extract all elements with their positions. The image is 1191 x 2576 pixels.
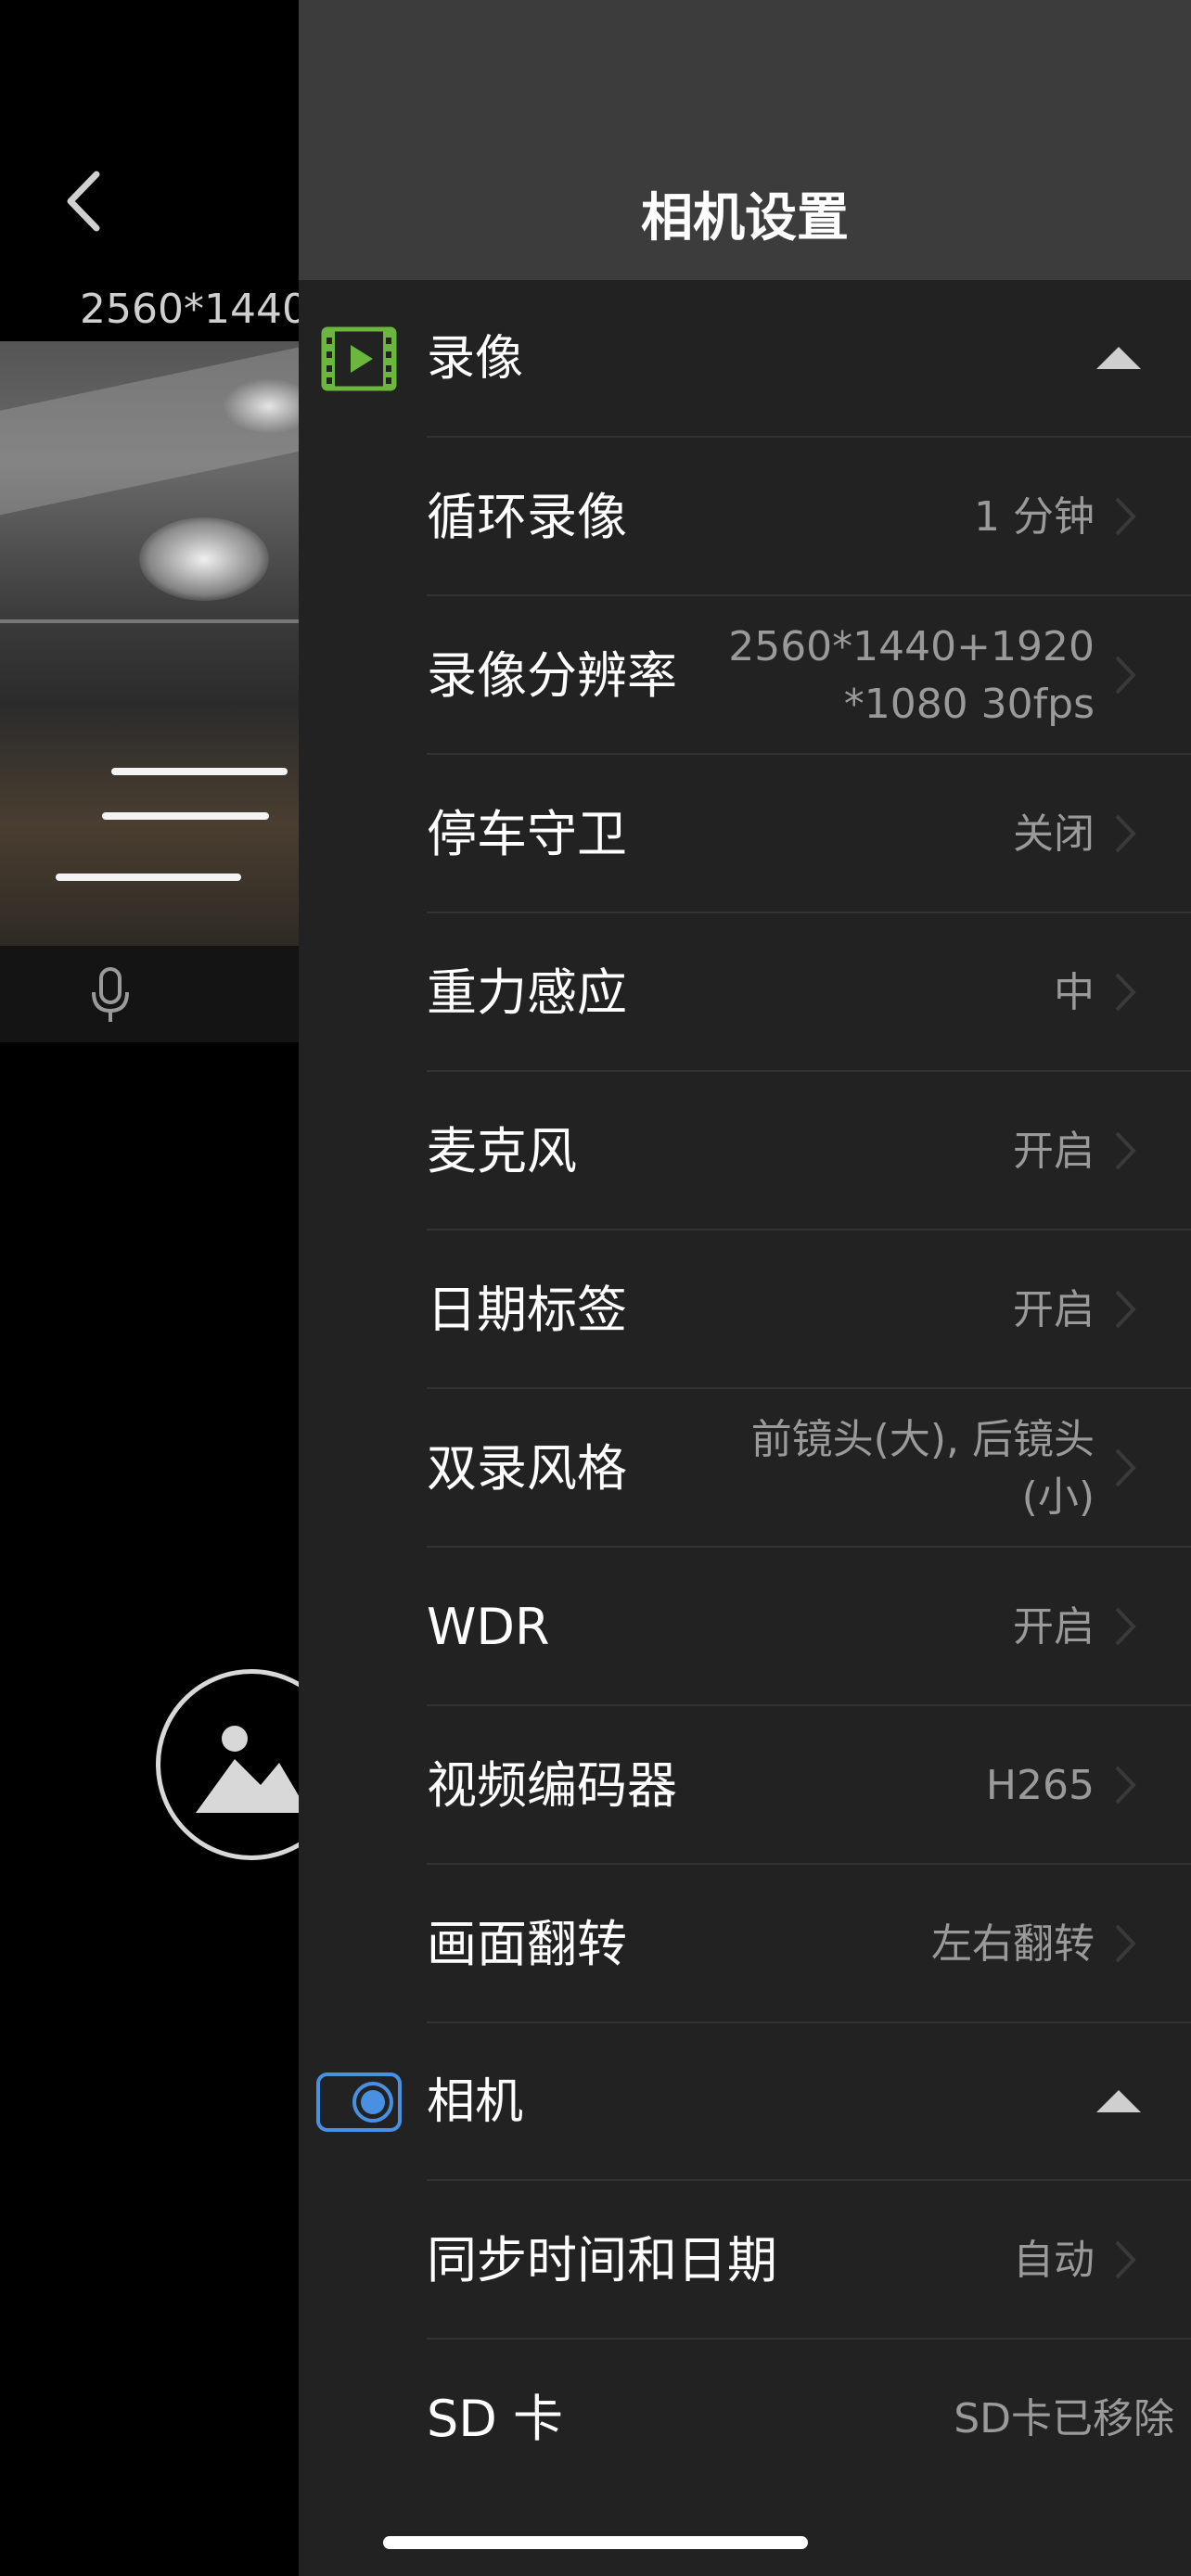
chevron-right-icon (1115, 1924, 1136, 1963)
setting-value: H265 (985, 1761, 1095, 1809)
section-video-label: 录像 (427, 331, 524, 387)
setting-row-date-stamp[interactable]: 日期标签 开启 (299, 1231, 1191, 1389)
setting-value: SD卡已移除 (954, 2394, 1174, 2442)
resolution-label: 2560*1440 (80, 286, 299, 333)
setting-label: 画面翻转 (427, 1915, 627, 1973)
setting-row-sync-time[interactable]: 同步时间和日期 自动 (299, 2181, 1191, 2340)
image-gallery-icon (196, 1726, 299, 1813)
chevron-right-icon (1115, 656, 1136, 695)
setting-label: 日期标签 (427, 1281, 627, 1339)
chevron-right-icon (1115, 2240, 1136, 2279)
section-camera-header[interactable]: 相机 (299, 2023, 1191, 2181)
gallery-button[interactable] (156, 1669, 299, 1860)
setting-value: 开启 (1013, 1602, 1095, 1651)
chevron-right-icon (1115, 1448, 1136, 1487)
setting-label: 录像分辨率 (427, 646, 677, 705)
video-play-icon (321, 326, 397, 391)
section-video-header[interactable]: 录像 (299, 280, 1191, 438)
setting-row-wdr[interactable]: WDR 开启 (299, 1548, 1191, 1706)
collapse-caret-icon[interactable] (1096, 2090, 1141, 2112)
camera-view: 2560*1440 (0, 0, 299, 2576)
setting-row-video-encoder[interactable]: 视频编码器 H265 (299, 1706, 1191, 1865)
microphone-icon[interactable] (89, 966, 132, 1024)
chevron-left-icon (67, 171, 100, 232)
video-preview[interactable] (0, 341, 299, 946)
setting-value: 开启 (1013, 1285, 1095, 1333)
chevron-right-icon (1115, 973, 1136, 1012)
setting-value: 前镜头(大), 后镜头 (小) (750, 1415, 1095, 1521)
chevron-right-icon (1115, 814, 1136, 853)
setting-row-g-sensor[interactable]: 重力感应 中 (299, 913, 1191, 1072)
setting-row-loop-recording[interactable]: 循环录像 1 分钟 (299, 438, 1191, 596)
collapse-caret-icon[interactable] (1096, 347, 1141, 369)
home-indicator[interactable] (383, 2536, 808, 2549)
setting-value: 2560*1440+1920 *1080 30fps (728, 622, 1095, 728)
chevron-right-icon (1115, 1131, 1136, 1170)
setting-row-sd-card[interactable]: SD 卡 SD卡已移除 (299, 2340, 1191, 2498)
setting-label: 循环录像 (427, 488, 627, 546)
setting-value: 开启 (1013, 1127, 1095, 1175)
chevron-right-icon (1115, 497, 1136, 536)
setting-row-image-flip[interactable]: 画面翻转 左右翻转 (299, 1865, 1191, 2023)
setting-value: 中 (1054, 968, 1095, 1016)
setting-value: 左右翻转 (931, 1919, 1095, 1968)
setting-label: WDR (427, 1598, 550, 1656)
setting-row-resolution[interactable]: 录像分辨率 2560*1440+1920 *1080 30fps (299, 596, 1191, 755)
setting-row-parking-guard[interactable]: 停车守卫 关闭 (299, 755, 1191, 913)
page-title: 相机设置 (641, 188, 849, 249)
setting-row-microphone[interactable]: 麦克风 开启 (299, 1072, 1191, 1231)
settings-drawer: 相机设置 录像 循环录像 1 分钟 录像分辨率 2560*1440+1920 *… (299, 0, 1191, 2576)
chevron-right-icon (1115, 1290, 1136, 1329)
back-button[interactable] (58, 169, 113, 234)
setting-value: 自动 (1013, 2236, 1095, 2284)
audio-bar (0, 946, 299, 1042)
chevron-right-icon (1115, 1607, 1136, 1646)
setting-row-dual-record-style[interactable]: 双录风格 前镜头(大), 后镜头 (小) (299, 1389, 1191, 1548)
setting-label: 视频编码器 (427, 1756, 677, 1815)
section-camera-label: 相机 (427, 2074, 524, 2130)
setting-label: 停车守卫 (427, 805, 627, 863)
drawer-header: 相机设置 (299, 0, 1191, 280)
setting-label: 双录风格 (427, 1439, 627, 1498)
setting-label: 重力感应 (427, 963, 627, 1022)
camera-record-icon (316, 2070, 402, 2135)
setting-label: SD 卡 (427, 2390, 564, 2448)
setting-value: 关闭 (1013, 810, 1095, 858)
setting-label: 麦克风 (427, 1122, 577, 1180)
setting-value: 1 分钟 (974, 492, 1095, 541)
chevron-right-icon (1115, 1766, 1136, 1804)
